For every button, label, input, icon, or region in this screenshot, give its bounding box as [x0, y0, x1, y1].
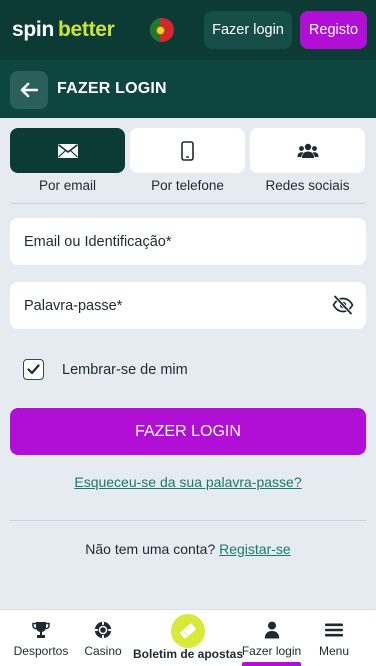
tab-phone[interactable]	[130, 128, 245, 173]
arrow-left-icon	[20, 82, 38, 98]
spinbetter-logo[interactable]: spin better	[12, 18, 115, 42]
nav-bet-slip-label: Boletim de apostas	[132, 647, 244, 661]
forgot-password-link[interactable]: Esqueceu-se da sua palavra-passe?	[0, 474, 376, 490]
nav-casino-label: Casino	[84, 644, 122, 658]
no-account-row: Não tem uma conta? Registar-se	[0, 541, 376, 557]
users-icon	[297, 143, 318, 158]
nav-active-indicator	[242, 662, 301, 666]
nav-bet-slip[interactable]: Boletim de apostas	[130, 609, 244, 666]
remember-me-label[interactable]: Lembrar-se de mim	[62, 362, 188, 378]
tab-social[interactable]	[250, 128, 365, 173]
password-field-label: Palavra-passe*	[24, 298, 123, 314]
email-field-label: Email ou Identificação*	[24, 234, 172, 250]
header-login-button[interactable]: Fazer login	[204, 11, 292, 49]
logo-spin-text: spin	[12, 18, 54, 41]
back-button[interactable]	[10, 71, 48, 109]
bet-slip-badge	[171, 614, 205, 648]
eye-slash-icon[interactable]	[332, 295, 354, 315]
logo-better-text: better	[57, 18, 115, 41]
user-icon	[264, 621, 279, 639]
tab-email-label: Por email	[38, 178, 97, 193]
header-register-button[interactable]: Registo	[300, 11, 367, 49]
nav-sports[interactable]: Desportos	[4, 609, 78, 666]
nav-sports-label: Desportos	[13, 644, 69, 658]
tab-phone-label: Por telefone	[151, 178, 224, 193]
divider	[10, 203, 366, 204]
checkmark-icon	[27, 364, 40, 375]
portugal-flag-icon[interactable]	[150, 18, 174, 42]
nav-casino[interactable]: Casino	[76, 609, 130, 666]
register-link[interactable]: Registar-se	[219, 541, 291, 557]
password-field[interactable]: Palavra-passe*	[10, 282, 366, 329]
login-submit-button[interactable]: FAZER LOGIN	[10, 408, 366, 455]
hamburger-icon	[325, 623, 343, 637]
phone-icon	[181, 140, 194, 161]
remember-me-checkbox[interactable]	[23, 359, 44, 380]
tab-email[interactable]	[10, 128, 125, 173]
chip-icon	[94, 621, 112, 639]
nav-menu[interactable]: Menu	[305, 609, 363, 666]
page-title: FAZER LOGIN	[57, 80, 167, 97]
envelope-icon	[57, 143, 78, 158]
trophy-icon	[32, 622, 50, 638]
ticket-icon	[180, 623, 196, 639]
email-field[interactable]: Email ou Identificação*	[10, 218, 366, 265]
page-header: FAZER LOGIN	[0, 60, 376, 118]
nav-menu-label: Menu	[318, 644, 350, 658]
divider-bottom	[10, 520, 366, 521]
nav-login[interactable]: Fazer login	[240, 609, 303, 666]
tab-social-label: Redes sociais	[265, 178, 350, 193]
no-account-text: Não tem uma conta?	[85, 541, 216, 557]
nav-login-label: Fazer login	[241, 644, 302, 658]
top-header: spin better Fazer login Registo	[0, 0, 376, 60]
